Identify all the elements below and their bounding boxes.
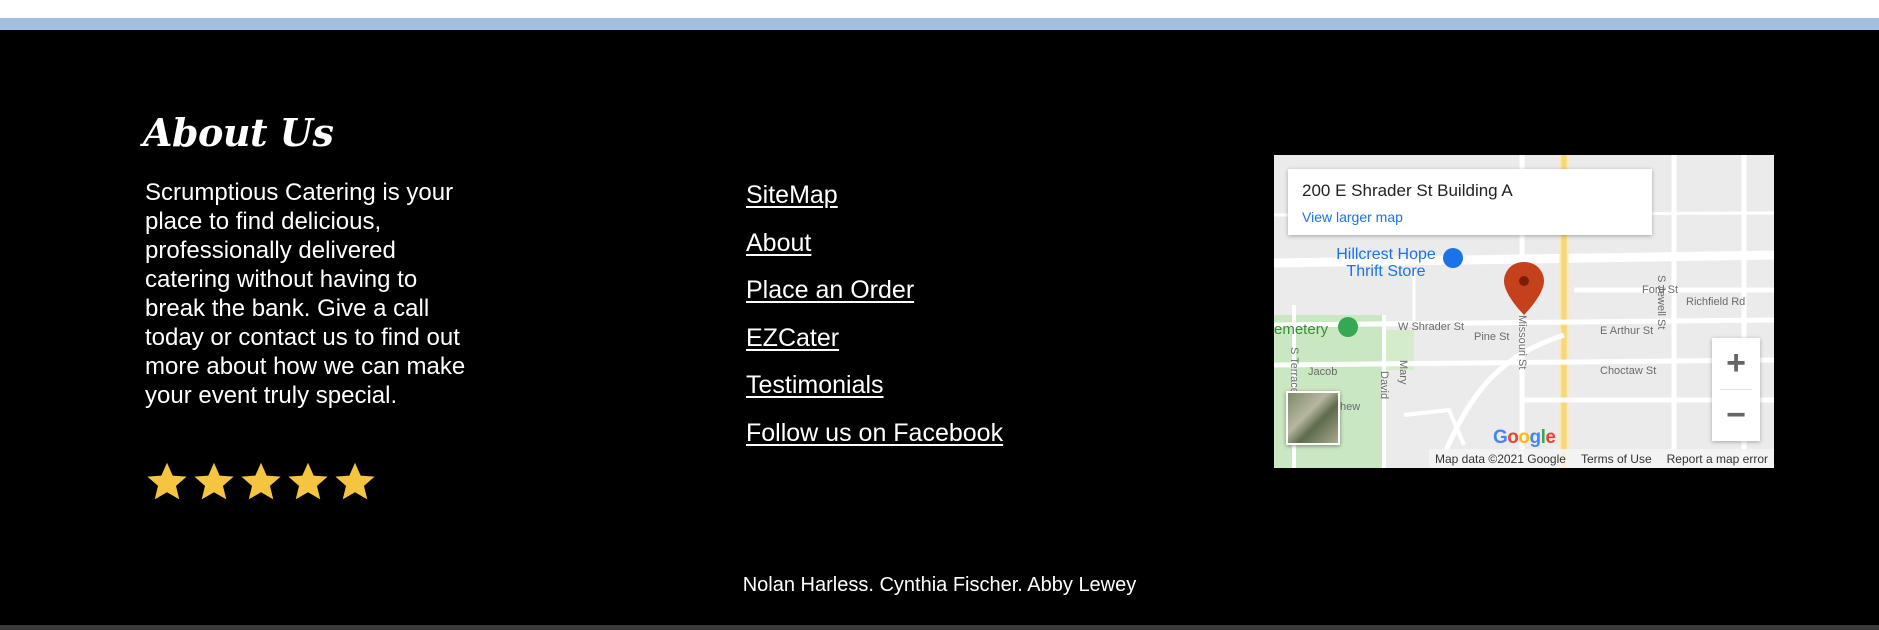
terms-of-use-link[interactable]: Terms of Use	[1581, 452, 1652, 466]
street-label: hew	[1340, 401, 1361, 413]
map-info-card: 200 E Shrader St Building A View larger …	[1288, 169, 1652, 235]
street-label: S Terrace	[1288, 347, 1300, 394]
street-label: David	[1378, 371, 1390, 400]
link-testimonials[interactable]: Testimonials	[746, 371, 884, 399]
street-label: Choctaw St	[1600, 365, 1657, 377]
zoom-out-button[interactable]: −	[1712, 390, 1760, 441]
footer-links: SiteMap About Place an Order EZCater Tes…	[746, 181, 1003, 467]
link-place-order[interactable]: Place an Order	[746, 276, 914, 304]
zoom-controls: + −	[1712, 338, 1760, 441]
top-white-strip	[0, 0, 1879, 18]
street-label: S Jewell St	[1655, 275, 1667, 330]
star-icon	[147, 462, 187, 500]
google-logo: Google	[1493, 427, 1556, 448]
bottom-strip	[0, 625, 1879, 630]
star-rating	[145, 460, 377, 504]
link-sitemap[interactable]: SiteMap	[746, 181, 838, 209]
link-ezcater[interactable]: EZCater	[746, 324, 839, 352]
top-accent-bar	[0, 18, 1879, 30]
cemetery-label: emetery	[1274, 321, 1329, 338]
embedded-map[interactable]: Ford St Richfield Rd W Shrader St Pine S…	[1274, 155, 1774, 468]
link-facebook[interactable]: Follow us on Facebook	[746, 419, 1003, 447]
star-icon	[241, 462, 281, 500]
map-attribution: Map data ©2021 Google Terms of Use Repor…	[1429, 449, 1774, 468]
report-map-error-link[interactable]: Report a map error	[1667, 452, 1768, 466]
star-icon	[288, 462, 328, 500]
zoom-in-button[interactable]: +	[1712, 338, 1760, 389]
star-icon	[194, 462, 234, 500]
view-larger-map-link[interactable]: View larger map	[1302, 209, 1403, 225]
street-label: E Arthur St	[1600, 325, 1654, 337]
link-about[interactable]: About	[746, 229, 811, 257]
street-label: Jacob	[1308, 366, 1338, 378]
street-label: Mary	[1397, 360, 1409, 385]
street-label: Pine St	[1474, 331, 1510, 343]
street-label: W Shrader St	[1398, 321, 1465, 333]
about-title: About Us	[143, 110, 334, 155]
map-data-text: Map data ©2021 Google	[1435, 451, 1566, 466]
map-address: 200 E Shrader St Building A	[1302, 181, 1513, 200]
about-text: Scrumptious Catering is your place to fi…	[145, 179, 466, 409]
poi-label[interactable]: Hillcrest Hope Thrift Store	[1326, 246, 1446, 280]
star-icon	[335, 462, 375, 500]
satellite-toggle[interactable]	[1286, 391, 1340, 445]
footer-credits: Nolan Harless. Cynthia Fischer. Abby Lew…	[742, 574, 1137, 596]
street-label: Missouri St	[1516, 315, 1528, 370]
street-label: Richfield Rd	[1686, 296, 1746, 308]
